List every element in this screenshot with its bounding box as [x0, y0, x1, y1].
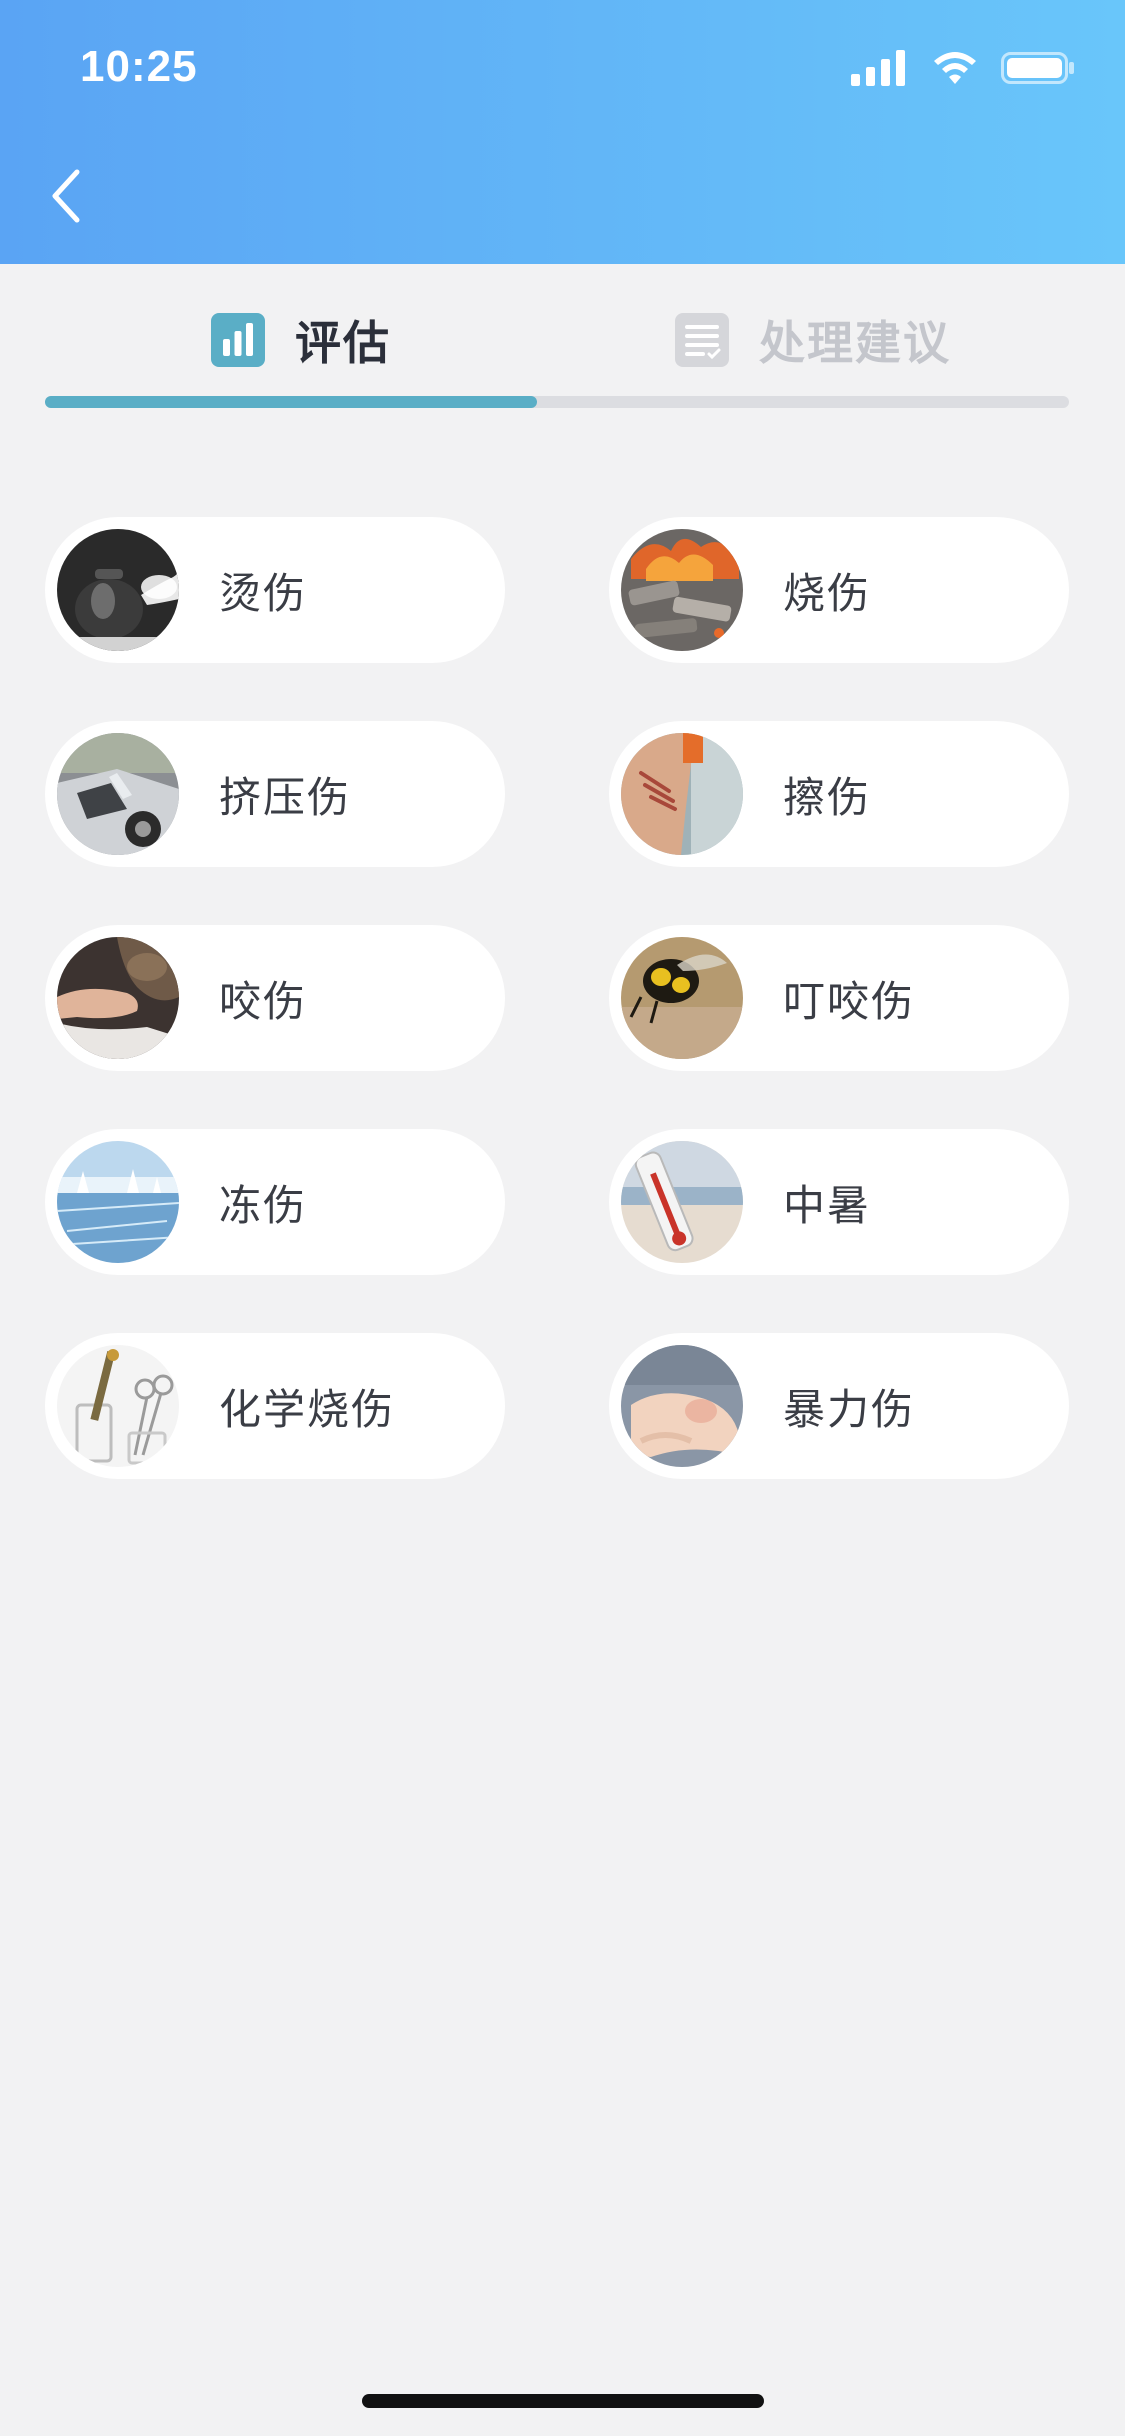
injury-label: 暴力伤	[783, 1384, 916, 1434]
tab-bar: 评估 处理建议	[45, 300, 1069, 410]
injury-card-violence[interactable]: 暴力伤	[609, 1333, 1069, 1479]
injury-label: 烧伤	[783, 568, 872, 618]
injury-card-chemical-burn[interactable]: 化学烧伤	[45, 1333, 505, 1479]
scraped-arm-image	[621, 733, 743, 855]
kettle-steam-image	[57, 529, 179, 651]
injury-card-scald[interactable]: 烫伤	[45, 517, 505, 663]
injury-card-bite[interactable]: 咬伤	[45, 925, 505, 1071]
frozen-lake-image	[57, 1141, 179, 1263]
injury-card-burn[interactable]: 烧伤	[609, 517, 1069, 663]
tab-assess-label: 评估	[295, 316, 391, 370]
back-button[interactable]	[36, 160, 96, 232]
chevron-left-icon	[52, 169, 80, 223]
injury-label: 擦伤	[783, 772, 872, 822]
tab-advice[interactable]: 处理建议	[557, 300, 1069, 380]
injury-label: 化学烧伤	[219, 1384, 396, 1434]
tab-assess[interactable]: 评估	[45, 300, 557, 380]
injury-label: 叮咬伤	[783, 976, 916, 1026]
battery-icon	[1001, 52, 1074, 84]
header-bar: 10:25	[0, 0, 1125, 264]
injury-label: 冻伤	[219, 1180, 308, 1230]
injury-card-abrasion[interactable]: 擦伤	[609, 721, 1069, 867]
dog-bite-image	[57, 937, 179, 1059]
injury-label: 中暑	[783, 1180, 872, 1230]
injury-label: 烫伤	[219, 568, 308, 618]
wifi-icon	[934, 52, 976, 84]
wasp-sting-image	[621, 937, 743, 1059]
signal-icon	[851, 50, 905, 86]
injured-elbow-image	[621, 1345, 743, 1467]
tab-advice-label: 处理建议	[759, 316, 951, 370]
bar-chart-icon	[211, 313, 265, 367]
burning-embers-image	[621, 529, 743, 651]
status-time: 10:25	[80, 42, 198, 91]
injury-card-heatstroke[interactable]: 中暑	[609, 1129, 1069, 1275]
injury-card-sting[interactable]: 叮咬伤	[609, 925, 1069, 1071]
thermometer-beach-image	[621, 1141, 743, 1263]
injury-card-crush[interactable]: 挤压伤	[45, 721, 505, 867]
car-crash-image	[57, 733, 179, 855]
lab-glassware-image	[57, 1345, 179, 1467]
document-list-icon	[675, 313, 729, 367]
injury-card-frostbite[interactable]: 冻伤	[45, 1129, 505, 1275]
tab-active-indicator	[45, 396, 537, 408]
injury-label: 咬伤	[219, 976, 308, 1026]
home-indicator[interactable]	[362, 2394, 764, 2408]
injury-label: 挤压伤	[219, 772, 352, 822]
